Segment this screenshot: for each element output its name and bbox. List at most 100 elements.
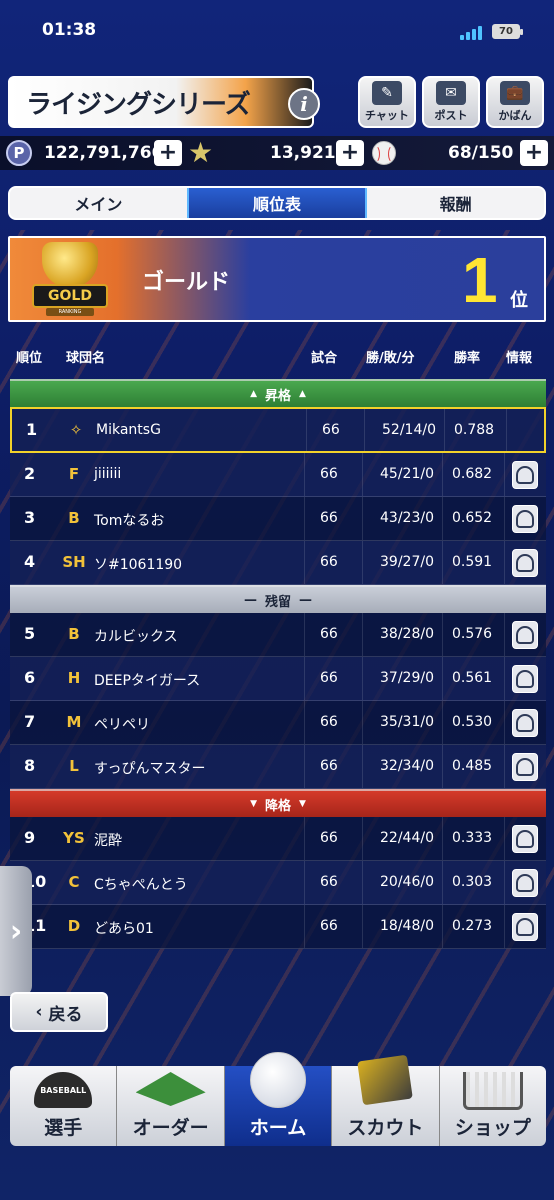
badge-text: GOLD	[32, 284, 108, 308]
row-games: 66	[320, 626, 338, 642]
side-drawer-toggle[interactable]: ›	[0, 866, 32, 996]
table-row[interactable]: 1 ✧ MikantsG 66 52/14/0 0.788	[10, 407, 546, 453]
bottom-nav: BASEBALL 選手 オーダー ホーム スカウト ショップ	[10, 1052, 547, 1146]
add-balls-button[interactable]: +	[520, 140, 548, 166]
back-label: 戻る	[48, 1004, 83, 1025]
team-info-button[interactable]	[512, 753, 538, 781]
row-record: 37/29/0	[380, 670, 434, 686]
stars-value: 13,921	[270, 143, 336, 163]
cards-icon	[357, 1054, 414, 1106]
nav-players[interactable]: BASEBALL 選手	[10, 1066, 118, 1146]
chat-button[interactable]: ✎ チャット	[358, 76, 416, 128]
nav-home-label: ホーム	[249, 1117, 307, 1139]
status-bar: 01:38 70	[0, 0, 554, 60]
tab-bar: メイン 順位表 報酬	[8, 186, 546, 220]
row-team: MikantsG	[96, 422, 161, 438]
chat-icon: ✎	[372, 81, 402, 105]
row-rank: 2	[24, 464, 36, 483]
bag-label: かばん	[498, 109, 532, 122]
rank-position: 1	[462, 244, 498, 316]
tab-standings[interactable]: 順位表	[186, 188, 368, 218]
team-logo-icon: H	[67, 669, 81, 687]
down-arrow-icon: ▼	[250, 799, 257, 809]
back-button[interactable]: ‹ 戻る	[10, 992, 108, 1032]
nav-scout[interactable]: スカウト	[332, 1054, 440, 1146]
row-games: 66	[320, 874, 338, 890]
row-record: 20/46/0	[380, 874, 434, 890]
row-pct: 0.576	[452, 626, 493, 642]
team-info-button[interactable]	[512, 549, 538, 577]
row-rank: 7	[24, 712, 36, 731]
team-info-button[interactable]	[512, 709, 538, 737]
table-row[interactable]: 5 B カルビックス 66 38/28/0 0.576	[10, 613, 546, 657]
col-info: 情報	[506, 351, 533, 366]
dash-icon: —	[299, 592, 312, 608]
team-logo-icon: SH	[62, 553, 86, 571]
team-info-button[interactable]	[512, 505, 538, 533]
post-button[interactable]: ✉ ポスト	[422, 76, 480, 128]
row-team: Tomなるお	[94, 513, 165, 529]
nav-home[interactable]: ホーム	[224, 1052, 333, 1146]
team-logo-icon: ✧	[69, 421, 83, 439]
nav-order[interactable]: オーダー	[117, 1066, 225, 1146]
row-record: 39/27/0	[380, 554, 434, 570]
row-games: 66	[320, 830, 338, 846]
row-record: 45/21/0	[380, 466, 434, 482]
row-team: ソ#1061190	[94, 557, 183, 573]
team-logo-icon: YS	[63, 829, 85, 847]
team-logo-icon: F	[68, 465, 80, 483]
bag-button[interactable]: 💼 かばん	[486, 76, 544, 128]
row-pct: 0.788	[454, 422, 495, 438]
row-pct: 0.652	[452, 510, 493, 526]
col-rank: 順位	[16, 351, 43, 366]
row-pct: 0.485	[452, 758, 493, 774]
nav-shop[interactable]: ショップ	[439, 1066, 547, 1146]
currency-bar: P 122,791,766 + ★ 13,921 + 68/150 +	[0, 136, 554, 170]
team-info-button[interactable]	[512, 461, 538, 489]
row-rank: 5	[24, 624, 36, 643]
col-team: 球団名	[66, 351, 106, 366]
baseball-icon	[250, 1052, 307, 1108]
table-row[interactable]: 6 H DEEPタイガース 66 37/29/0 0.561	[10, 657, 546, 701]
team-info-button[interactable]	[512, 665, 538, 693]
info-icon[interactable]: i	[288, 88, 320, 120]
add-points-button[interactable]: +	[154, 140, 182, 166]
tab-main[interactable]: メイン	[10, 188, 187, 218]
col-games: 試合	[311, 351, 338, 366]
row-record: 35/31/0	[380, 714, 434, 730]
chevron-right-icon: ›	[9, 913, 23, 949]
row-pct: 0.561	[452, 670, 493, 686]
table-row[interactable]: 8 L すっぴんマスター 66 32/34/0 0.485	[10, 745, 546, 789]
team-logo-icon: M	[66, 713, 82, 731]
table-row[interactable]: 2 F jiiiiii 66 45/21/0 0.682	[10, 453, 546, 497]
table-row[interactable]: 9 YS 泥酔 66 22/44/0 0.333	[10, 817, 546, 861]
table-row[interactable]: 10 C Cちゃぺんとう 66 20/46/0 0.303	[10, 861, 546, 905]
team-info-button[interactable]	[512, 825, 538, 853]
group-promote: ▲ 昇格 ▲	[10, 379, 546, 407]
team-info-button[interactable]	[512, 621, 538, 649]
team-logo-icon: D	[67, 917, 81, 935]
row-pct: 0.682	[452, 466, 493, 482]
team-logo-icon: B	[68, 625, 80, 643]
col-pct: 勝率	[454, 351, 481, 366]
row-team: DEEPタイガース	[94, 673, 201, 689]
row-rank: 3	[24, 508, 36, 527]
add-stars-button[interactable]: +	[336, 140, 364, 166]
table-row[interactable]: 4 SH ソ#1061190 66 39/27/0 0.591	[10, 541, 546, 585]
row-pct: 0.333	[452, 830, 493, 846]
chevron-left-icon: ‹	[35, 1002, 43, 1022]
row-record: 43/23/0	[380, 510, 434, 526]
row-rank: 6	[24, 668, 36, 687]
table-row[interactable]: 3 B Tomなるお 66 43/23/0 0.652	[10, 497, 546, 541]
up-arrow-icon: ▲	[250, 389, 257, 399]
tab-rewards[interactable]: 報酬	[367, 188, 544, 218]
row-pct: 0.273	[452, 918, 493, 934]
battery-icon: 70	[492, 24, 523, 39]
team-info-button[interactable]	[512, 869, 538, 897]
post-label: ポスト	[434, 109, 468, 122]
row-record: 18/48/0	[380, 918, 434, 934]
status-time: 01:38	[42, 20, 97, 40]
table-row[interactable]: 11 D どあら01 66 18/48/0 0.273	[10, 905, 546, 949]
team-info-button[interactable]	[512, 913, 538, 941]
table-row[interactable]: 7 M ペリペリ 66 35/31/0 0.530	[10, 701, 546, 745]
